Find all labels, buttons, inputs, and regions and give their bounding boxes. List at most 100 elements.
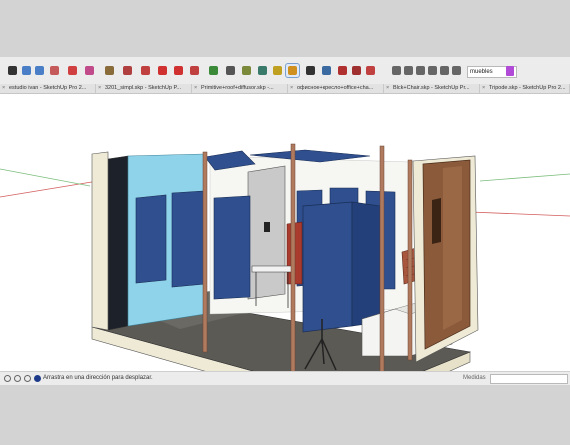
iso-view-glyph [392,66,401,75]
left-view-icon[interactable] [450,64,463,77]
eraser-icon[interactable] [48,64,61,77]
undo-glyph [22,66,31,75]
tab-blck-chair[interactable]: × Blck+Chair.skp - SketchUp Pr... [384,84,480,93]
warehouse-glyph [338,66,347,75]
paint-bucket-glyph [258,66,267,75]
left-view-glyph [452,66,461,75]
push-pull-glyph [123,66,132,75]
post-3 [379,145,385,371]
close-tab-icon[interactable]: × [98,84,101,93]
offset-glyph [209,66,218,75]
offset-icon[interactable] [207,64,220,77]
front-view-glyph [416,66,425,75]
scale-glyph [190,66,199,75]
arc-glyph [85,66,94,75]
freestanding-panel-side [351,201,381,327]
sketchup-window: muebles × estudio ivan - SketchUp Pro 2..… [0,57,570,385]
top-view-glyph [404,66,413,75]
rotate-icon[interactable] [172,64,185,77]
post-2 [290,143,296,371]
right-view-glyph [428,66,437,75]
back-view-glyph [440,66,449,75]
extension-icon[interactable] [350,64,363,77]
measurements-input[interactable] [490,374,568,384]
tab-label: офисное+кресло+office+cha... [297,85,374,91]
measurements-label: Medidas [463,375,486,381]
close-tab-icon[interactable]: × [386,84,389,93]
orbit-glyph [273,66,282,75]
redo-icon[interactable] [33,64,46,77]
pan-hand-glyph [288,66,297,75]
model-viewport[interactable] [0,94,570,371]
close-tab-icon[interactable]: × [482,84,485,93]
tab-label: Tripode.skp - SketchUp Pro 2... [489,85,566,91]
tab-primitive-roof[interactable]: × Primitive+roof+diffusor.skp -... [192,84,288,93]
instructor-icon[interactable] [34,375,41,382]
text-icon[interactable] [240,64,253,77]
tab-label: Primitive+roof+diffusor.skp -... [201,85,274,91]
orbit-icon[interactable] [271,64,284,77]
studio-model[interactable] [0,94,570,371]
pencil-line-icon[interactable] [66,64,79,77]
green-axis-line-left [0,168,91,187]
pencil-line-glyph [68,66,77,75]
help-icon[interactable] [24,375,31,382]
credits-icon[interactable] [14,375,21,382]
vocal-booth-wall [247,165,286,300]
rotate-glyph [174,66,183,75]
post-4 [407,159,413,361]
close-tab-icon[interactable]: × [194,84,197,93]
tab-estudio-ivan[interactable]: × estudio ivan - SketchUp Pro 2... [0,84,96,93]
red-axis-line-right [469,211,570,217]
desk [251,265,293,273]
door-panel [443,166,462,330]
acoustic-panel-3 [213,195,251,300]
warehouse-icon[interactable] [336,64,349,77]
acoustic-panel-1 [135,194,167,284]
door-window [432,198,441,244]
freestanding-panel-front [302,201,353,333]
rectangle-icon[interactable] [103,64,116,77]
components-glyph [366,66,375,75]
search-dropdown-icon[interactable] [506,66,514,76]
follow-me-glyph [141,66,150,75]
left-wall-dark [107,155,129,331]
select-arrow-icon[interactable] [6,64,19,77]
rectangle-glyph [105,66,114,75]
pan-hand-icon[interactable] [285,63,300,78]
status-bar: Arrastra en una dirección para desplazar… [0,371,570,385]
zoom-glyph [306,66,315,75]
zoom-extents-icon[interactable] [320,64,333,77]
acoustic-panel-2 [171,190,206,288]
status-message: Arrastra en una dirección para desplazar… [43,375,153,381]
green-axis-line-right [479,173,570,182]
document-tab-bar: × estudio ivan - SketchUp Pro 2... × 3201_… [0,84,570,94]
arc-icon[interactable] [83,64,96,77]
close-tab-icon[interactable]: × [290,84,293,93]
zoom-icon[interactable] [304,64,317,77]
tab-label: estudio ivan - SketchUp Pro 2... [9,85,87,91]
select-arrow-glyph [8,66,17,75]
close-tab-icon[interactable]: × [2,84,5,93]
tab-office-chair[interactable]: × офисное+кресло+office+cha... [288,84,384,93]
geo-location-icon[interactable] [4,375,11,382]
tab-label: 3201_simpl.skp - SketchUp P... [105,85,182,91]
microphone [264,222,270,232]
follow-me-icon[interactable] [139,64,152,77]
tab-3201-simpl[interactable]: × 3201_simpl.skp - SketchUp P... [96,84,192,93]
scale-icon[interactable] [188,64,201,77]
paint-bucket-icon[interactable] [256,64,269,77]
tape-measure-icon[interactable] [224,64,237,77]
redo-glyph [35,66,44,75]
eraser-glyph [50,66,59,75]
tab-tripode[interactable]: × Tripode.skp - SketchUp Pro 2... [480,84,570,93]
post-1 [202,151,208,353]
main-toolbar: muebles [0,57,570,85]
left-wall-frame [91,151,109,331]
undo-icon[interactable] [20,64,33,77]
components-icon[interactable] [364,64,377,77]
extension-glyph [352,66,361,75]
move-icon[interactable] [156,64,169,77]
move-glyph [158,66,167,75]
push-pull-icon[interactable] [121,64,134,77]
